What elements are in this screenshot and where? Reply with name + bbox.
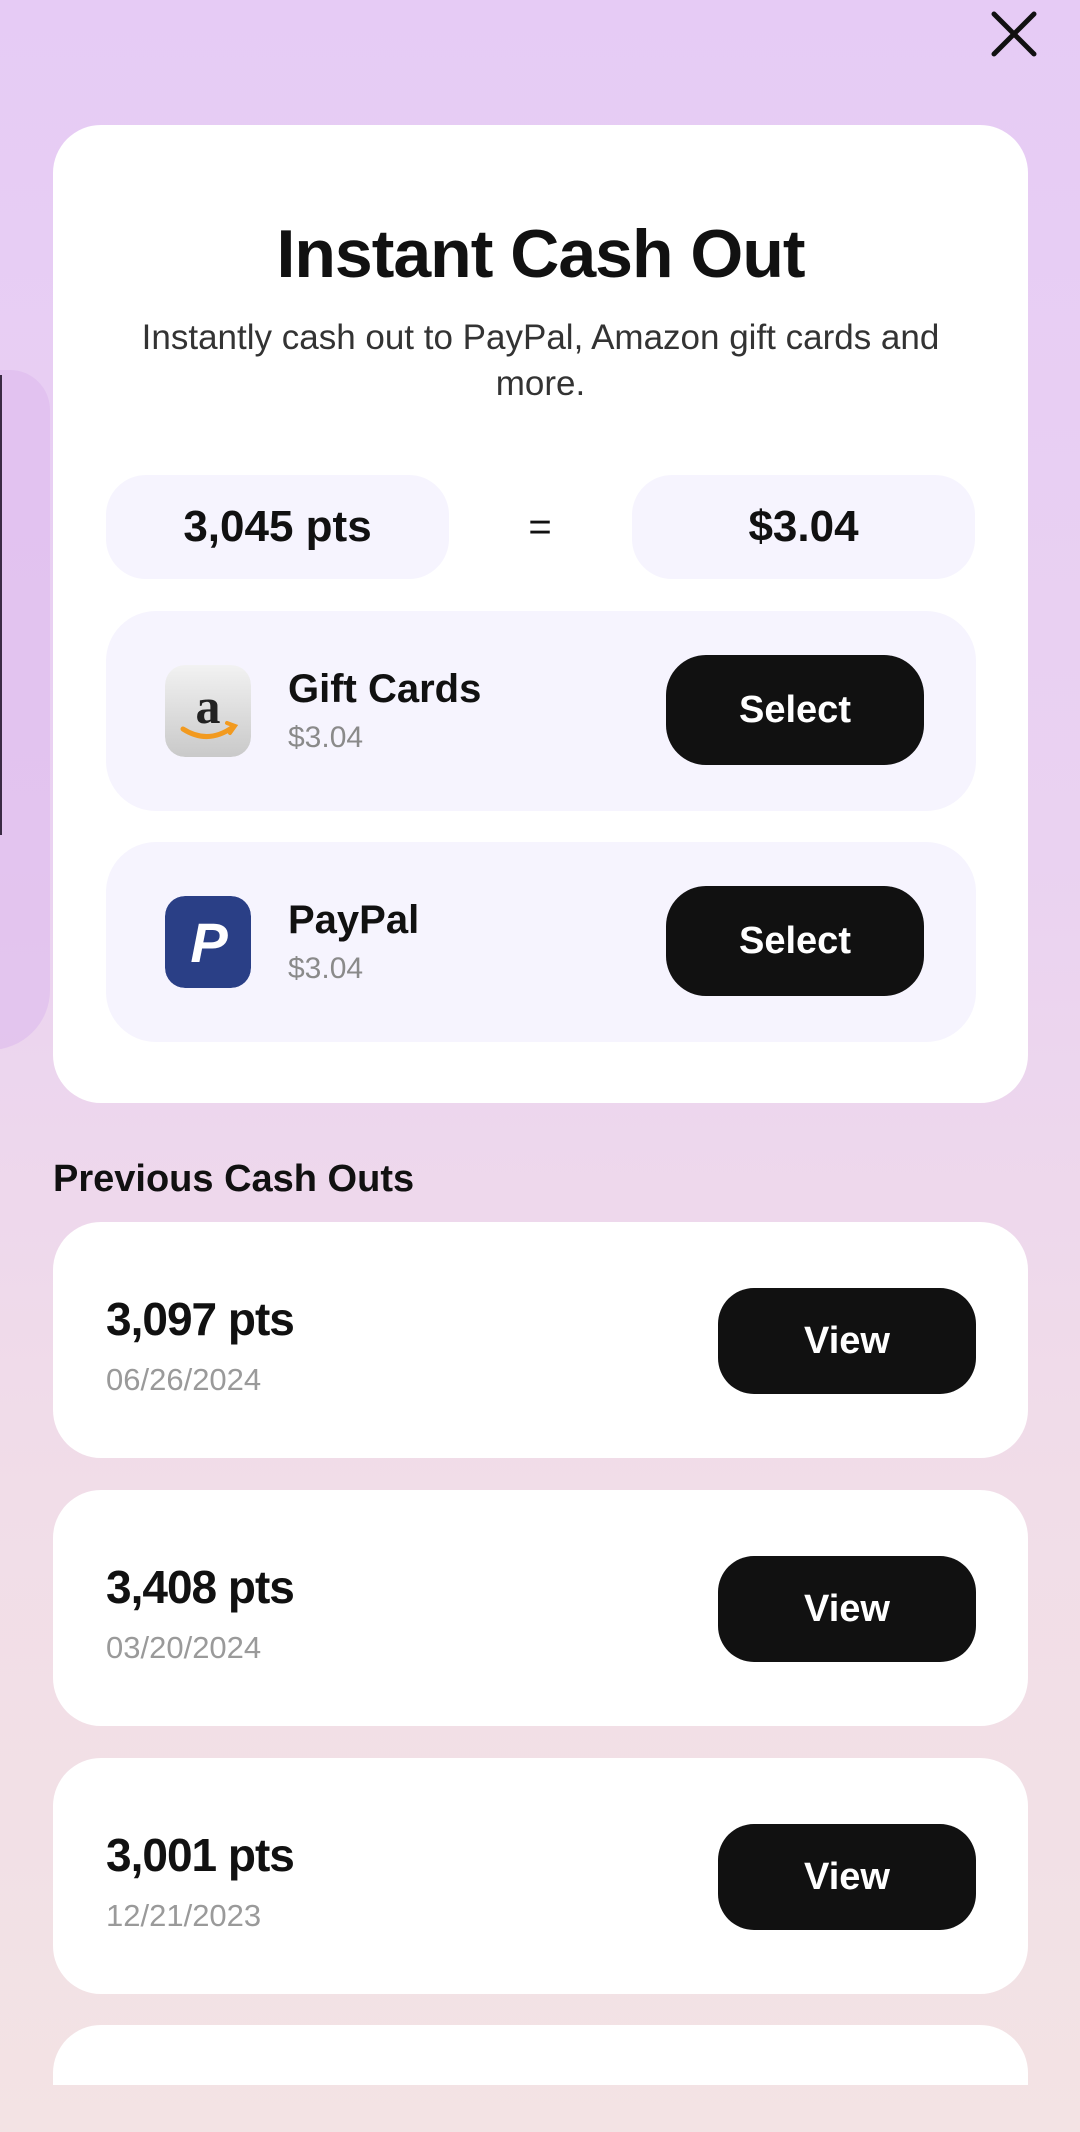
view-button[interactable]: View: [718, 1288, 976, 1394]
option-paypal: P PayPal $3.04 Select: [106, 842, 976, 1042]
amazon-logo-icon: a: [165, 665, 251, 757]
paypal-logo-icon: P: [165, 896, 251, 988]
cashout-date: 03/20/2024: [106, 1630, 262, 1665]
option-name: PayPal: [288, 898, 420, 942]
cashout-points: 3,097 pts: [106, 1293, 295, 1345]
cashout-points: 3,408 pts: [106, 1561, 295, 1613]
cashout-date: 12/21/2023: [106, 1898, 262, 1933]
page-title: Instant Cash Out: [276, 216, 805, 292]
points-balance: 3,045 pts: [106, 475, 449, 579]
option-value: $3.04: [288, 952, 364, 985]
close-icon: [991, 11, 1037, 57]
background-decoration: [0, 370, 50, 1050]
cashout-points: 3,001 pts: [106, 1829, 295, 1881]
instant-cash-out-card: Instant Cash Out Instantly cash out to P…: [53, 125, 1028, 1103]
equals-sign: =: [528, 504, 552, 549]
background-edge-line: [0, 375, 2, 835]
option-name: Gift Cards: [288, 667, 482, 711]
list-item: 3,408 pts 03/20/2024 View: [53, 1490, 1028, 1726]
list-item-partial: [53, 2025, 1028, 2085]
select-gift-cards-button[interactable]: Select: [666, 655, 924, 765]
cashout-date: 06/26/2024: [106, 1362, 262, 1397]
select-paypal-button[interactable]: Select: [666, 886, 924, 996]
list-item: 3,097 pts 06/26/2024 View: [53, 1222, 1028, 1458]
option-value: $3.04: [288, 721, 364, 754]
view-button[interactable]: View: [718, 1824, 976, 1930]
previous-cash-outs-heading: Previous Cash Outs: [53, 1158, 415, 1200]
option-gift-cards: a Gift Cards $3.04 Select: [106, 611, 976, 811]
list-item: 3,001 pts 12/21/2023 View: [53, 1758, 1028, 1994]
svg-text:P: P: [190, 911, 228, 974]
cash-value: $3.04: [632, 475, 975, 579]
page-subtitle: Instantly cash out to PayPal, Amazon gif…: [141, 318, 940, 403]
view-button[interactable]: View: [718, 1556, 976, 1662]
svg-text:a: a: [196, 678, 221, 734]
close-button[interactable]: [984, 4, 1044, 64]
